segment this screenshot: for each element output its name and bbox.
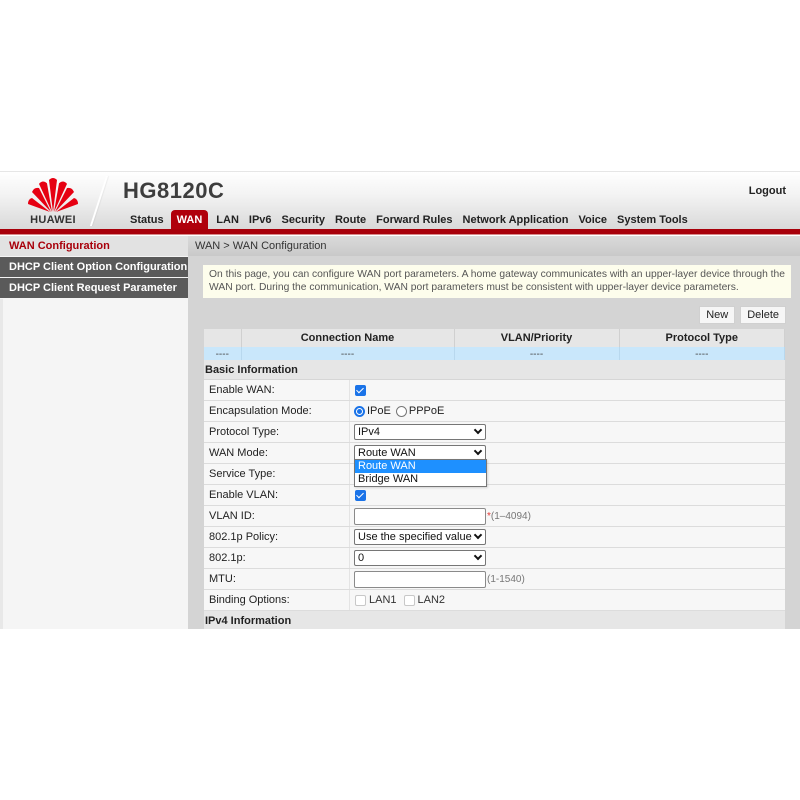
wan-mode-dropdown: Route WAN Bridge WAN [354,459,487,487]
wan-mode-option-bridge-wan[interactable]: Bridge WAN [355,473,486,486]
row-wan-mode: WAN Mode: Route WAN [204,443,785,464]
table-header-vlan-priority: VLAN/Priority [454,329,620,347]
nav-network-application[interactable]: Network Application [458,210,574,230]
wan-connections-table: Connection Name VLAN/Priority Protocol T… [204,329,785,362]
table-header-connection-name: Connection Name [241,329,455,347]
main-nav: Status WAN LAN IPv6 Security Route Forwa… [125,210,693,230]
page-description: On this page, you can configure WAN port… [203,265,791,298]
row-encapsulation-mode: Encapsulation Mode: IPoE PPPoE [204,401,785,422]
header: HUAWEI HG8120C Logout Status WAN LAN IPv… [0,171,800,230]
section-basic-information: Basic Information [204,360,785,380]
protocol-type-value: IPv4 [358,426,381,438]
router-admin-page: HUAWEI HG8120C Logout Status WAN LAN IPv… [0,171,800,629]
header-divider [89,176,109,226]
section-ipv4-information: IPv4 Information [204,611,785,629]
wan-mode-value: Route WAN [358,447,416,459]
vlan-id-hint: *(1–4094) [487,511,531,522]
8021p-value: 0 [358,552,365,564]
vlan-id-label: VLAN ID: [204,506,350,526]
vlan-id-range: (1–4094) [490,510,531,522]
nav-ipv6[interactable]: IPv6 [244,210,277,230]
vlan-id-input[interactable] [354,507,486,525]
enable-wan-label: Enable WAN: [204,380,350,400]
enable-vlan-label: Enable VLAN: [204,485,350,505]
wan-mode-option-route-wan[interactable]: Route WAN [355,460,486,473]
ipoe-radio[interactable] [354,405,365,417]
row-8021p-policy: 802.1p Policy: Use the specified value [204,527,785,548]
lan1-checkbox[interactable] [355,594,366,606]
binding-options-label: Binding Options: [204,590,350,610]
nav-wan[interactable]: WAN [170,210,209,230]
brand-name: HUAWEI [30,214,76,226]
lan2-label: LAN2 [417,594,446,606]
row-vlan-id: VLAN ID: *(1–4094) [204,506,785,527]
pppoe-radio[interactable] [395,405,407,417]
nav-status[interactable]: Status [125,210,169,230]
chevron-down-icon [473,446,483,456]
wan-actions: New Delete [699,306,786,324]
huawei-petals-icon [28,178,78,212]
device-model: HG8120C [123,178,225,203]
wan-mode-label: WAN Mode: [204,443,350,463]
logout-link[interactable]: Logout [749,185,786,197]
8021p-policy-value: Use the specified value [358,531,472,543]
chevron-down-icon [473,551,483,561]
encapsulation-mode-label: Encapsulation Mode: [204,401,350,421]
enable-wan-checkbox[interactable] [355,384,366,396]
nav-underline-bar [0,229,800,235]
delete-button[interactable]: Delete [740,306,786,324]
8021p-policy-select[interactable]: Use the specified value [354,529,486,545]
protocol-type-select[interactable]: IPv4 [354,424,486,440]
mtu-input[interactable] [354,570,486,588]
row-service-type: Service Type: [204,464,785,485]
row-binding-options: Binding Options: LAN1 LAN2 [204,590,785,611]
nav-system-tools[interactable]: System Tools [612,210,693,230]
8021p-select[interactable]: 0 [354,550,486,566]
nav-security[interactable]: Security [277,210,330,230]
sidebar-item-dhcp-client-request-parameter[interactable]: DHCP Client Request Parameter [0,278,188,299]
new-button[interactable]: New [699,306,736,324]
mtu-hint: (1-1540) [487,573,525,585]
lan2-checkbox[interactable] [403,594,415,606]
ipoe-label: IPoE [367,405,391,417]
sidebar-item-dhcp-client-option-configuration[interactable]: DHCP Client Option Configuration [0,257,188,278]
row-protocol-type: Protocol Type: IPv4 [204,422,785,443]
sidebar: WAN Configuration DHCP Client Option Con… [0,236,188,629]
row-enable-vlan: Enable VLAN: [204,485,785,506]
pppoe-label: PPPoE [408,405,445,417]
8021p-policy-label: 802.1p Policy: [204,527,350,547]
breadcrumb: WAN > WAN Configuration [188,236,800,256]
table-header-select [204,329,242,347]
mtu-label: MTU: [204,569,350,589]
nav-route[interactable]: Route [330,210,371,230]
service-type-label: Service Type: [204,464,350,484]
8021p-label: 802.1p: [204,548,350,568]
nav-lan[interactable]: LAN [211,210,244,230]
huawei-logo: HUAWEI [22,176,84,226]
row-8021p: 802.1p: 0 [204,548,785,569]
row-mtu: MTU: (1-1540) [204,569,785,590]
protocol-type-label: Protocol Type: [204,422,350,442]
enable-vlan-checkbox[interactable] [355,489,366,501]
wan-config-form: Basic Information Enable WAN: Encapsulat… [204,360,785,629]
main-content: WAN > WAN Configuration On this page, yo… [188,236,800,629]
chevron-down-icon [473,530,483,540]
table-header-protocol-type: Protocol Type [619,329,785,347]
lan1-label: LAN1 [369,594,397,606]
nav-forward-rules[interactable]: Forward Rules [371,210,457,230]
chevron-down-icon [473,425,483,435]
sidebar-item-wan-configuration[interactable]: WAN Configuration [0,236,188,257]
row-enable-wan: Enable WAN: [204,380,785,401]
nav-voice[interactable]: Voice [573,210,612,230]
